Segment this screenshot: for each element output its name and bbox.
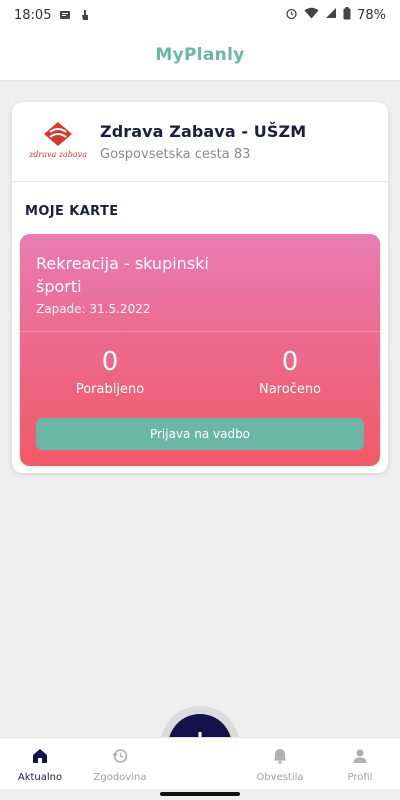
- nav-label-zgodovina: Zgodovina: [93, 772, 147, 783]
- ticket-header: Rekreacija - skupinski športi Zapade: 31…: [20, 234, 380, 332]
- bell-icon: [272, 748, 288, 768]
- battery-level: 78%: [357, 7, 386, 23]
- nav-label-profil: Profil: [347, 772, 373, 783]
- status-bar: 18:05 78%: [0, 0, 400, 30]
- app-title: MyPlanly: [155, 45, 245, 65]
- ordered-label: Naročeno: [258, 382, 322, 397]
- used-counter: 0 Porabljeno: [20, 346, 200, 408]
- ticket-counters: 0 Porabljeno 0 Naročeno: [20, 332, 380, 408]
- message-icon: [59, 9, 71, 21]
- nav-label-aktualno: Aktualno: [17, 772, 63, 783]
- organization-logo: zdrava zabava: [28, 120, 88, 164]
- organization-card: zdrava zabava Zdrava Zabava - UŠZM Gospo…: [12, 102, 388, 473]
- used-label: Porabljeno: [75, 382, 145, 397]
- nav-item-zgodovina[interactable]: Zgodovina: [80, 738, 160, 789]
- organization-address: Gospovsetska cesta 83: [100, 146, 251, 162]
- organization-row[interactable]: zdrava zabava Zdrava Zabava - UŠZM Gospo…: [12, 102, 388, 182]
- touch-icon: [79, 9, 91, 21]
- nav-item-obvestila[interactable]: Obvestila: [240, 738, 320, 789]
- nav-item-aktualno[interactable]: Aktualno: [0, 738, 80, 789]
- status-time: 18:05: [14, 7, 52, 23]
- signal-icon: [325, 7, 337, 23]
- ordered-count: 0: [281, 347, 299, 377]
- bottom-nav: Aktualno Zgodovina Obvestila Profil: [0, 737, 400, 789]
- home-icon: [32, 748, 48, 768]
- ticket-title: Rekreacija - skupinski športi: [36, 254, 209, 296]
- used-count: 0: [101, 347, 119, 377]
- ordered-counter: 0 Naročeno: [200, 346, 380, 408]
- user-icon: [352, 748, 368, 768]
- history-icon: [112, 748, 128, 768]
- app-header: MyPlanly: [0, 30, 400, 80]
- wifi-icon: [304, 7, 319, 23]
- battery-icon: [343, 6, 351, 24]
- nav-item-spacer: [160, 738, 240, 789]
- ticket-card[interactable]: Rekreacija - skupinski športi Zapade: 31…: [20, 234, 380, 466]
- organization-name: Zdrava Zabava - UŠZM: [100, 121, 307, 141]
- section-title: MOJE KARTE: [25, 204, 119, 219]
- nav-item-profil[interactable]: Profil: [320, 738, 400, 789]
- alarm-icon: [285, 7, 298, 24]
- home-indicator: [160, 792, 240, 796]
- ticket-expiry: Zapade: 31.5.2022: [36, 302, 151, 316]
- nav-label-obvestila: Obvestila: [256, 772, 304, 783]
- svg-text:zdrava zabava: zdrava zabava: [28, 150, 87, 159]
- signup-training-button[interactable]: Prijava na vadbo: [36, 418, 364, 450]
